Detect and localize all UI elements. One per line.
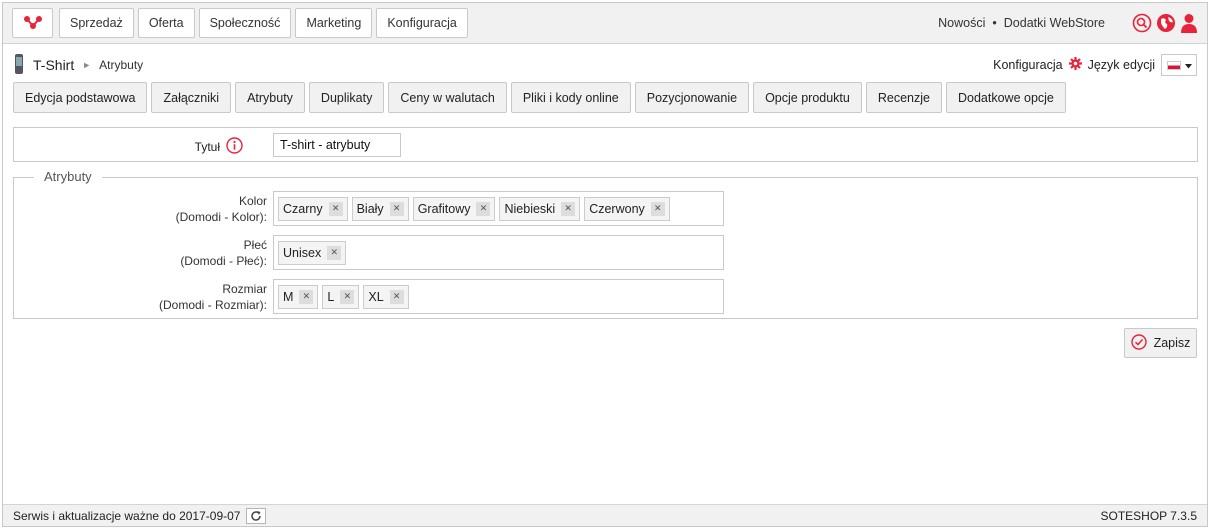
attribute-mapping: (Domodi - Płeć): — [180, 254, 267, 268]
top-links: Nowości • Dodatki WebStore — [938, 16, 1105, 30]
remove-tag-icon[interactable]: ✕ — [327, 245, 342, 260]
remove-tag-icon[interactable]: ✕ — [340, 289, 355, 304]
breadcrumb-current: Atrybuty — [99, 58, 144, 72]
attribute-label: Rozmiar (Domodi - Rozmiar): — [67, 281, 267, 313]
footer: Serwis i aktualizacje ważne do 2017-09-0… — [3, 504, 1207, 526]
attributes-legend: Atrybuty — [34, 169, 102, 184]
nav-oferta[interactable]: Oferta — [137, 8, 195, 38]
tag-label: L — [327, 289, 335, 304]
tab-duplikaty[interactable]: Duplikaty — [308, 82, 385, 113]
webstore-addons-link[interactable]: Dodatki WebStore — [1004, 16, 1105, 30]
attribute-label: Kolor (Domodi - Kolor): — [67, 193, 267, 225]
title-label: Tytuł — [194, 140, 220, 154]
attribute-mapping: (Domodi - Rozmiar): — [158, 298, 267, 312]
tag-item: Unisex ✕ — [278, 240, 347, 265]
remove-tag-icon[interactable]: ✕ — [299, 289, 314, 304]
nav-konfiguracja[interactable]: Konfiguracja — [376, 8, 468, 38]
version-label: SOTESHOP 7.3.5 — [1100, 509, 1198, 523]
service-info: Serwis i aktualizacje ważne do 2017-09-0… — [13, 508, 267, 524]
tag-input-kolor[interactable]: Czarny ✕ Biały ✕ Grafitowy ✕ Niebieski ✕ Cze… — [273, 191, 724, 226]
top-bar: Sprzedaż Oferta Społeczność Marketing Ko… — [3, 3, 1207, 44]
service-text: Serwis i aktualizacje ważne do 2017-09-0… — [13, 509, 241, 523]
poland-flag-icon — [1166, 60, 1181, 70]
link-separator: • — [992, 16, 997, 30]
tab-opcje-produktu[interactable]: Opcje produktu — [753, 82, 862, 113]
save-label: Zapisz — [1153, 336, 1191, 350]
check-circle-icon — [1130, 333, 1147, 353]
gear-icon[interactable] — [1068, 57, 1082, 73]
attribute-name: Kolor — [238, 194, 267, 208]
tag-item: Czerwony ✕ — [584, 196, 670, 221]
nav-sprzedaz[interactable]: Sprzedaż — [59, 8, 134, 38]
main-nav: Sprzedaż Oferta Społeczność Marketing Ko… — [59, 8, 468, 38]
tag-item: L ✕ — [322, 284, 360, 309]
breadcrumb-product[interactable]: T-Shirt — [33, 57, 74, 73]
tab-edycja-podstawowa[interactable]: Edycja podstawowa — [13, 82, 148, 113]
attribute-name: Płeć — [243, 238, 267, 252]
tab-ceny-w-walutach[interactable]: Ceny w walutach — [388, 82, 507, 113]
config-link[interactable]: Konfiguracja — [993, 58, 1063, 72]
nav-marketing[interactable]: Marketing — [295, 8, 373, 38]
title-label-group: Tytuł — [195, 137, 243, 157]
news-link[interactable]: Nowości — [938, 16, 985, 30]
save-button[interactable]: Zapisz — [1124, 328, 1197, 358]
tag-label: Niebieski — [504, 201, 556, 216]
remove-tag-icon[interactable]: ✕ — [389, 289, 404, 304]
attribute-name: Rozmiar — [222, 282, 267, 296]
tab-zalaczniki[interactable]: Załączniki — [151, 82, 232, 113]
tab-recenzje[interactable]: Recenzje — [865, 82, 942, 113]
tag-item: Biały ✕ — [351, 196, 409, 221]
home-logo-button[interactable] — [12, 8, 53, 38]
tag-item: Czarny ✕ — [278, 196, 348, 221]
remove-tag-icon[interactable]: ✕ — [328, 201, 343, 216]
remove-tag-icon[interactable]: ✕ — [389, 201, 404, 216]
tag-label: Czerwony — [589, 201, 645, 216]
nav-spolecznosc[interactable]: Społeczność — [198, 8, 292, 38]
caret-down-icon — [1184, 58, 1192, 72]
tag-label: XL — [368, 289, 384, 304]
tag-label: Grafitowy — [417, 201, 471, 216]
title-section: Tytuł — [13, 127, 1198, 162]
refresh-icon[interactable] — [246, 508, 267, 524]
language-select[interactable] — [1161, 54, 1197, 76]
tag-label: Biały — [356, 201, 384, 216]
attribute-mapping: (Domodi - Kolor): — [175, 210, 267, 224]
tag-label: M — [283, 289, 294, 304]
edit-language-label: Język edycji — [1087, 58, 1155, 72]
attribute-label: Płeć (Domodi - Płeć): — [67, 237, 267, 269]
product-thumbnail-icon — [13, 53, 25, 78]
remove-tag-icon[interactable]: ✕ — [561, 201, 576, 216]
app-window: Sprzedaż Oferta Społeczność Marketing Ko… — [2, 2, 1208, 527]
tag-item: XL ✕ — [363, 284, 409, 309]
breadcrumb: T-Shirt ► Atrybuty — [13, 52, 143, 78]
tab-dodatkowe-opcje[interactable]: Dodatkowe opcje — [945, 82, 1066, 113]
globe-icon[interactable] — [1156, 13, 1176, 33]
info-icon[interactable] — [226, 137, 243, 157]
tag-label: Czarny — [283, 201, 323, 216]
soteshop-logo-icon — [23, 14, 43, 33]
breadcrumb-arrow-icon: ► — [82, 60, 92, 70]
tag-item: Niebieski ✕ — [499, 196, 581, 221]
tag-input-rozmiar[interactable]: M ✕ L ✕ XL ✕ — [273, 279, 724, 314]
title-input[interactable] — [273, 133, 401, 157]
user-icon[interactable] — [1180, 13, 1198, 33]
top-icons — [1132, 13, 1198, 33]
tag-input-plec[interactable]: Unisex ✕ — [273, 235, 724, 270]
product-tabs: Edycja podstawowa Załączniki Atrybuty Du… — [13, 82, 1066, 113]
tag-label: Unisex — [283, 245, 322, 260]
tag-item: Grafitowy ✕ — [412, 196, 496, 221]
remove-tag-icon[interactable]: ✕ — [476, 201, 491, 216]
tag-item: M ✕ — [278, 284, 319, 309]
header-tools: Konfiguracja Język edycji — [993, 54, 1197, 76]
remove-tag-icon[interactable]: ✕ — [650, 201, 665, 216]
tab-pozycjonowanie[interactable]: Pozycjonowanie — [634, 82, 750, 113]
tab-atrybuty[interactable]: Atrybuty — [235, 82, 305, 113]
search-icon[interactable] — [1132, 13, 1152, 33]
tab-pliki-i-kody[interactable]: Pliki i kody online — [510, 82, 631, 113]
attributes-fieldset: Atrybuty Kolor (Domodi - Kolor): Czarny ✕… — [13, 169, 1198, 319]
